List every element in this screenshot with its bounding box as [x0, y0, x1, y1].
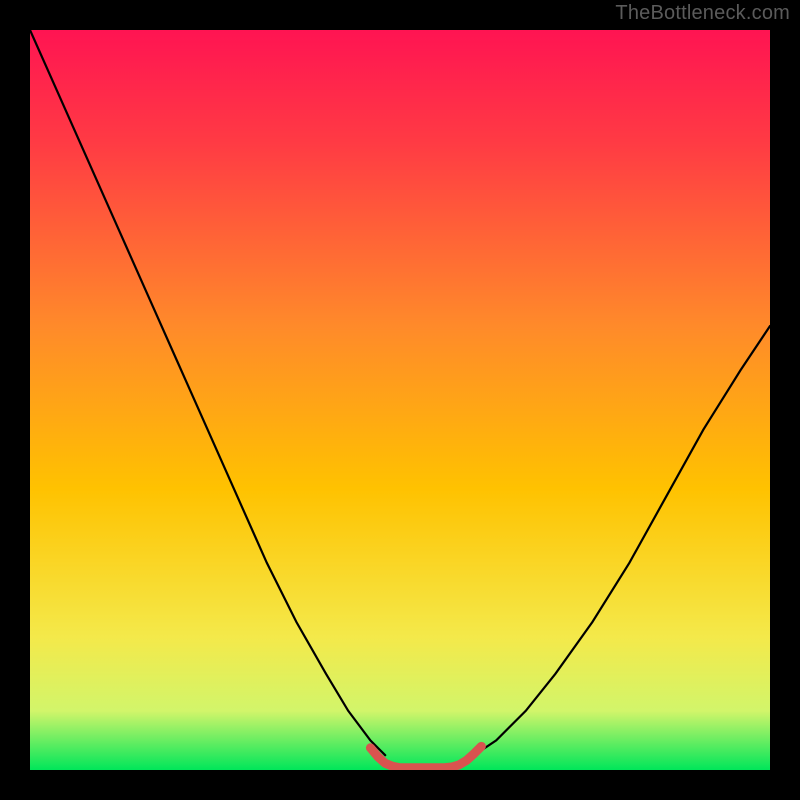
watermark-text: TheBottleneck.com — [615, 2, 790, 25]
chart-svg — [30, 30, 770, 770]
gradient-background — [30, 30, 770, 770]
plot-area — [30, 30, 770, 770]
chart-container: TheBottleneck.com — [0, 0, 800, 800]
